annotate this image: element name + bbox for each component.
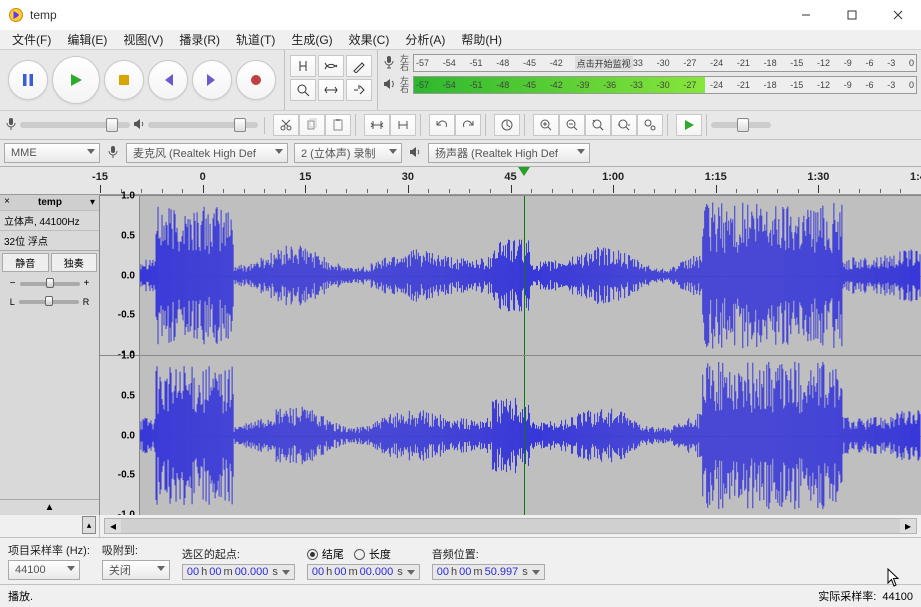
window-close-button[interactable]: [875, 0, 921, 30]
mic-icon: [382, 55, 396, 72]
selection-end-readout[interactable]: 00 h 00 m 00.000 s: [307, 564, 420, 580]
mic-device-icon: [106, 145, 120, 162]
status-message: 播放.: [8, 588, 33, 604]
gain-slider[interactable]: [20, 282, 80, 286]
selection-tool[interactable]: [290, 55, 316, 77]
zoom-out-button[interactable]: [559, 114, 585, 136]
window-title: temp: [30, 8, 783, 22]
trim-button[interactable]: [364, 114, 390, 136]
stop-button[interactable]: [104, 60, 144, 100]
pan-r-label: R: [83, 297, 90, 307]
track-name[interactable]: temp: [38, 197, 62, 208]
paste-button[interactable]: [325, 114, 351, 136]
cursor-icon: [887, 568, 901, 591]
scroll-right-button[interactable]: ▸: [900, 519, 916, 533]
play-button[interactable]: [52, 56, 100, 104]
recording-device-combo[interactable]: 麦克风 (Realtek High Def: [126, 143, 288, 163]
audio-position-label: 音频位置:: [432, 546, 545, 562]
gain-minus-icon: −: [10, 278, 16, 289]
multi-tool[interactable]: [346, 79, 372, 101]
end-radio[interactable]: 结尾: [307, 546, 344, 562]
project-rate-combo[interactable]: 44100: [8, 560, 80, 580]
gain-plus-icon: +: [84, 278, 90, 289]
play-at-speed-button[interactable]: [676, 114, 702, 136]
timeshift-tool[interactable]: [318, 79, 344, 101]
selection-start-label: 选区的起点:: [182, 546, 295, 562]
play-speed-slider[interactable]: [711, 122, 771, 128]
mic-icon-small: [4, 117, 18, 134]
vertical-scale-ch1[interactable]: 1.00.50.0-0.5-1.0: [100, 196, 140, 355]
track-menu-arrow[interactable]: ▾: [90, 197, 95, 208]
track-close-button[interactable]: ×: [4, 197, 10, 208]
menu-tracks[interactable]: 轨道(T): [228, 29, 283, 50]
fit-project-button[interactable]: [611, 114, 637, 136]
speaker-icon: [382, 77, 396, 94]
speaker-icon-small: [132, 117, 146, 134]
pan-slider[interactable]: [19, 300, 79, 304]
mute-button[interactable]: 静音: [2, 253, 49, 272]
menubar: 文件(F) 编辑(E) 视图(V) 播录(R) 轨道(T) 生成(G) 效果(C…: [0, 30, 921, 50]
app-icon: [8, 7, 24, 23]
playback-volume-slider[interactable]: [148, 122, 258, 128]
track-format-line1: 立体声, 44100Hz: [0, 211, 99, 231]
horizontal-scrollbar[interactable]: ◂ ▸: [104, 518, 917, 534]
menu-generate[interactable]: 生成(G): [283, 29, 340, 50]
menu-file[interactable]: 文件(F): [4, 29, 59, 50]
scroll-left-button[interactable]: ◂: [105, 519, 121, 533]
selection-start-readout[interactable]: 00 h 00 m 00.000 s: [182, 564, 295, 580]
waveform-ch1[interactable]: [140, 196, 921, 355]
play-meter-channel-labels: 左右: [400, 77, 409, 93]
draw-tool[interactable]: [346, 55, 372, 77]
speaker-device-icon: [408, 145, 422, 162]
cut-button[interactable]: [273, 114, 299, 136]
track-format-line2: 32位 浮点: [0, 231, 99, 251]
playhead-line: [524, 356, 525, 515]
zoom-toggle-button[interactable]: [637, 114, 663, 136]
project-rate-label: 项目采样率 (Hz):: [8, 542, 90, 558]
pause-button[interactable]: [8, 60, 48, 100]
snap-to-combo[interactable]: 关闭: [102, 560, 170, 580]
recording-channels-combo[interactable]: 2 (立体声) 录制: [294, 143, 402, 163]
record-button[interactable]: [236, 60, 276, 100]
window-minimize-button[interactable]: [783, 0, 829, 30]
rec-meter-channel-labels: 左右: [400, 55, 409, 71]
menu-analyze[interactable]: 分析(A): [397, 29, 453, 50]
playback-device-combo[interactable]: 扬声器 (Realtek High Def: [428, 143, 590, 163]
audio-position-readout[interactable]: 00 h 00 m 50.997 s: [432, 564, 545, 580]
undo-button[interactable]: [429, 114, 455, 136]
menu-help[interactable]: 帮助(H): [453, 29, 510, 50]
copy-button[interactable]: [299, 114, 325, 136]
menu-transport[interactable]: 播录(R): [171, 29, 228, 50]
skip-end-button[interactable]: [192, 60, 232, 100]
window-maximize-button[interactable]: [829, 0, 875, 30]
zoom-tool[interactable]: [290, 79, 316, 101]
zoom-in-button[interactable]: [533, 114, 559, 136]
menu-edit[interactable]: 编辑(E): [59, 29, 115, 50]
start-monitoring-label: 点击开始监视: [575, 56, 633, 70]
fit-selection-button[interactable]: [585, 114, 611, 136]
silence-button[interactable]: [390, 114, 416, 136]
redo-button[interactable]: [455, 114, 481, 136]
track-control-panel: × temp ▾ 立体声, 44100Hz 32位 浮点 静音 独奏 − + L R…: [0, 195, 100, 515]
waveform-ch2[interactable]: [140, 356, 921, 515]
solo-button[interactable]: 独奏: [51, 253, 98, 272]
length-radio[interactable]: 长度: [354, 546, 391, 562]
envelope-tool[interactable]: [318, 55, 344, 77]
collapse-button[interactable]: ▲: [0, 499, 99, 515]
vertical-zoom-button[interactable]: ▴: [82, 516, 96, 534]
playhead-line: [524, 196, 525, 355]
snap-to-label: 吸附到:: [102, 542, 170, 558]
sync-lock-button[interactable]: [494, 114, 520, 136]
vertical-scale-ch2[interactable]: 1.00.50.0-0.5-1.0: [100, 356, 140, 515]
recording-volume-slider[interactable]: [20, 122, 130, 128]
skip-start-button[interactable]: [148, 60, 188, 100]
playback-meter[interactable]: -57-54-51-48-45-42-39-36-33-30-27-24-21-…: [413, 76, 917, 94]
menu-view[interactable]: 视图(V): [115, 29, 171, 50]
audio-host-combo[interactable]: MME: [4, 143, 100, 163]
menu-effect[interactable]: 效果(C): [341, 29, 398, 50]
timeline-ruler[interactable]: -1501530451:001:151:301:45: [100, 167, 921, 194]
pan-l-label: L: [10, 297, 15, 307]
recording-meter[interactable]: -57-54-51-48-45-42-39-36-33-30-27-24-21-…: [413, 54, 917, 72]
